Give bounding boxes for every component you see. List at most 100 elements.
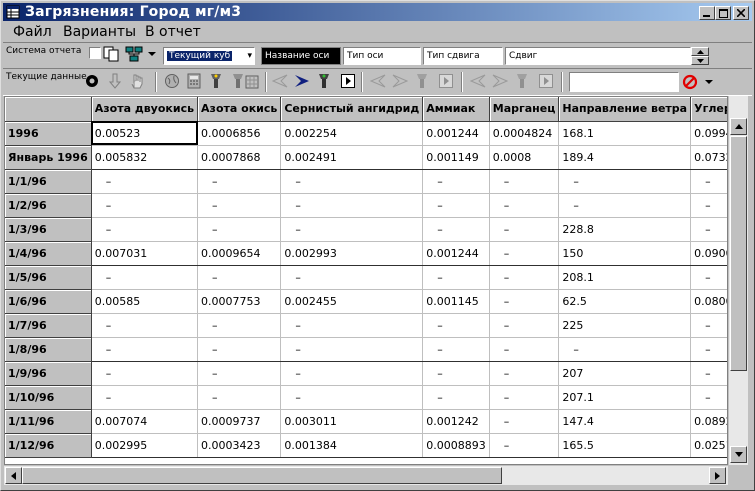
data-grid[interactable]: Азота двуокись Азота окись Сернистый ангид… [4,96,728,465]
drill-down-button[interactable] [106,72,124,90]
row-header[interactable]: 1/6/96 [5,289,92,314]
value-input[interactable] [569,72,679,92]
shift-down-button[interactable] [691,56,709,65]
row-header[interactable]: 1/2/96 [5,193,92,218]
minimize-button[interactable] [699,6,715,20]
rotate-left-button[interactable] [271,72,289,90]
grid-cell[interactable]: – [422,385,490,410]
next2-gray-button[interactable] [491,72,509,90]
row-header[interactable]: 1/12/96 [5,433,92,458]
gray-flashlight-button[interactable] [413,72,431,90]
grid-cell[interactable]: – [91,385,199,410]
gray-flashlight2-button[interactable] [513,72,531,90]
calculator-button[interactable] [185,72,203,90]
network-button[interactable] [125,45,143,63]
play-button[interactable] [339,72,357,90]
grid-cell[interactable]: 0.001149 [422,145,490,170]
column-header[interactable]: Направление ветра [558,97,692,122]
row-header[interactable]: 1/5/96 [5,265,92,290]
grid-cell[interactable]: 0.0006856 [197,121,282,146]
grid-cell[interactable]: – [422,193,490,218]
grid-cell[interactable]: – [197,169,282,194]
cancel-filter-dropdown[interactable] [703,73,715,91]
grid-cell[interactable]: – [422,217,490,242]
grid-cell[interactable]: – [280,217,424,242]
gray-play-button[interactable] [437,72,455,90]
grid-cell[interactable]: – [690,385,727,410]
row-header[interactable]: 1/4/96 [5,241,92,266]
grid-cell[interactable]: – [280,169,424,194]
grid-cell[interactable]: 168.1 [558,121,692,146]
grid-cell[interactable]: – [280,385,424,410]
grid-cell[interactable]: – [91,313,199,338]
grid-cell[interactable]: – [91,337,199,362]
grid-cell[interactable]: – [422,313,490,338]
grid-cell[interactable]: – [197,385,282,410]
close-button[interactable] [733,6,749,20]
row-header[interactable]: 1996 [5,121,92,146]
grid-cell[interactable]: 0.08921 [690,409,727,434]
grid-cell[interactable]: 207 [558,361,692,386]
grid-cell[interactable]: 0.002993 [280,241,424,266]
grid-cell[interactable]: – [558,337,692,362]
grid-cell[interactable]: – [489,241,560,266]
grid-cell[interactable]: – [489,217,560,242]
axis-type-field[interactable]: Тип оси [343,47,421,65]
grid-cell[interactable]: – [422,169,490,194]
grid-settings-button[interactable] [243,73,261,91]
grid-cell[interactable]: 0.001244 [422,241,490,266]
shift-field[interactable]: Сдвиг [505,47,691,65]
grid-cell[interactable]: – [91,169,199,194]
grid-cell[interactable]: 0.0007753 [197,289,282,314]
grid-cell[interactable]: 0.09001 [690,241,727,266]
scroll-down-button[interactable] [730,446,747,463]
grid-cell[interactable]: – [280,361,424,386]
grid-cell[interactable]: – [489,265,560,290]
grid-cell[interactable]: 0.007074 [91,409,199,434]
grid-cell[interactable]: 0.002455 [280,289,424,314]
row-header[interactable]: 1/1/96 [5,169,92,194]
network-dropdown[interactable] [147,45,157,63]
grid-cell[interactable]: – [690,217,727,242]
row-header[interactable]: 1/3/96 [5,217,92,242]
cancel-filter-button[interactable] [681,73,699,91]
grid-cell[interactable]: – [489,337,560,362]
scroll-left-button[interactable] [5,467,22,484]
horizontal-scroll-thumb[interactable] [22,467,502,484]
grid-cell[interactable]: – [489,361,560,386]
prev2-gray-button[interactable] [469,72,487,90]
vertical-scroll-thumb[interactable] [730,136,747,371]
row-header[interactable]: Январь 1996 [5,145,92,170]
grid-cell[interactable]: 0.003011 [280,409,424,434]
grid-cell[interactable]: – [280,193,424,218]
grid-cell[interactable]: – [422,265,490,290]
grid-cell[interactable]: – [197,361,282,386]
menu-to-report[interactable]: В отчет [145,23,201,41]
grid-cell[interactable]: – [197,265,282,290]
row-header[interactable]: 1/11/96 [5,409,92,434]
scroll-up-button[interactable] [730,118,747,135]
rotate-right-button[interactable] [293,72,311,90]
grid-corner-cell[interactable] [5,97,92,122]
menu-variants[interactable]: Варианты [63,23,136,41]
copy-button[interactable] [102,45,120,63]
grid-cell[interactable]: 208.1 [558,265,692,290]
grid-cell[interactable]: 189.4 [558,145,692,170]
grid-cell[interactable]: – [690,361,727,386]
grid-cell[interactable]: – [280,313,424,338]
grid-cell[interactable]: – [91,265,199,290]
grid-cell[interactable]: – [489,385,560,410]
grid-cell[interactable]: – [489,313,560,338]
axis-name-field[interactable]: Название оси [261,47,341,65]
next-gray-button[interactable] [391,72,409,90]
grid-cell[interactable]: – [489,409,560,434]
grid-cell[interactable]: 0.0007868 [197,145,282,170]
grid-cell[interactable]: 0.001244 [422,121,490,146]
grid-cell[interactable]: – [91,193,199,218]
column-header[interactable]: Марганец [489,97,560,122]
scroll-right-button[interactable] [709,467,726,484]
grid-cell[interactable]: 0.0008 [489,145,560,170]
vertical-scrollbar[interactable] [729,96,748,465]
grid-cell[interactable]: 207.1 [558,385,692,410]
column-header[interactable]: Азота двуокись [91,97,199,122]
